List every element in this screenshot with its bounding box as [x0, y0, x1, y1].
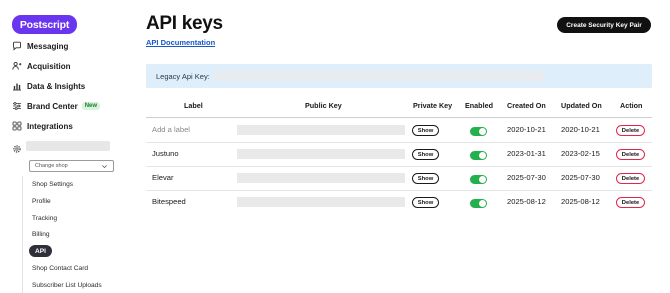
- change-shop-label: Change shop: [35, 163, 68, 169]
- nav-item-acquisition[interactable]: Acquisition: [12, 59, 71, 73]
- show-private-key-button[interactable]: Show: [412, 149, 439, 160]
- label-value: Justuno: [152, 149, 179, 158]
- show-private-key-button[interactable]: Show: [412, 197, 439, 208]
- new-badge: New: [81, 102, 101, 110]
- column-header-enabled: Enabled: [465, 101, 493, 110]
- table-header-divider: [146, 117, 652, 118]
- column-header-updated-on: Updated On: [561, 101, 602, 110]
- row-divider: [146, 166, 652, 167]
- delete-button[interactable]: Delete: [616, 173, 645, 184]
- nav-label: Data & Insights: [27, 81, 86, 91]
- column-header-label: Label: [184, 101, 203, 110]
- subnav-divider: [22, 176, 23, 293]
- sliders-icon: [12, 101, 22, 111]
- enabled-toggle[interactable]: [470, 151, 487, 160]
- shop-name-redacted: [26, 141, 110, 151]
- show-private-key-button[interactable]: Show: [412, 173, 439, 184]
- toggle-knob: [479, 152, 486, 159]
- nav-item-brand-center[interactable]: Brand Center New: [12, 99, 101, 113]
- nav-label: Acquisition: [27, 61, 71, 71]
- public-key-value: [237, 125, 405, 135]
- page-title: API keys: [146, 13, 223, 34]
- nav-label: Integrations: [27, 121, 73, 131]
- subnav-shop-settings[interactable]: Shop Settings: [32, 179, 73, 189]
- postscript-logo[interactable]: Postscript: [12, 15, 77, 34]
- row-divider: [146, 142, 652, 143]
- enabled-toggle[interactable]: [470, 175, 487, 184]
- subnav-shop-contact-card[interactable]: Shop Contact Card: [32, 263, 88, 273]
- show-private-key-button[interactable]: Show: [412, 125, 439, 136]
- create-security-key-pair-button[interactable]: Create Security Key Pair: [557, 17, 651, 33]
- enabled-toggle[interactable]: [470, 199, 487, 208]
- subnav-tracking[interactable]: Tracking: [32, 213, 57, 223]
- enabled-toggle[interactable]: [470, 127, 487, 136]
- public-key-value: [237, 197, 405, 207]
- change-shop-select[interactable]: Change shop: [29, 160, 114, 172]
- subnav-api[interactable]: API: [29, 245, 52, 257]
- api-documentation-link[interactable]: API Documentation: [146, 38, 215, 47]
- delete-button[interactable]: Delete: [616, 197, 645, 208]
- subnav-profile[interactable]: Profile: [32, 196, 51, 206]
- bar-chart-icon: [12, 81, 22, 91]
- public-key-value: [237, 149, 405, 159]
- chevron-down-icon: [102, 165, 107, 169]
- updated-on-value: 2020-10-21: [561, 125, 600, 134]
- toggle-knob: [479, 128, 486, 135]
- updated-on-value: 2025-07-30: [561, 173, 600, 182]
- nav-item-data-insights[interactable]: Data & Insights: [12, 79, 85, 93]
- column-header-private-key: Private Key: [413, 101, 453, 110]
- label-input[interactable]: Add a label: [152, 125, 190, 134]
- sidebar: Postscript Messaging Acquisition Data & …: [0, 0, 128, 293]
- column-header-action: Action: [620, 101, 643, 110]
- chat-bubble-icon: [12, 41, 22, 51]
- updated-on-value: 2025-08-12: [561, 197, 600, 206]
- column-header-public-key: Public Key: [305, 101, 342, 110]
- label-value: Bitespeed: [152, 197, 186, 206]
- users-icon: [12, 61, 22, 71]
- nav-item-settings[interactable]: [12, 140, 110, 153]
- nav-label: Brand Center: [27, 101, 78, 111]
- toggle-knob: [479, 176, 486, 183]
- updated-on-value: 2023-02-15: [561, 149, 600, 158]
- subnav-subscriber-list-uploads[interactable]: Subscriber List Uploads: [32, 280, 102, 290]
- label-value: Elevar: [152, 173, 174, 182]
- created-on-value: 2025-08-12: [507, 197, 546, 206]
- subnav-billing[interactable]: Billing: [32, 229, 50, 239]
- public-key-value: [237, 173, 405, 183]
- delete-button[interactable]: Delete: [616, 149, 645, 160]
- created-on-value: 2023-01-31: [507, 149, 546, 158]
- row-divider: [146, 190, 652, 191]
- grid-icon: [12, 121, 22, 131]
- nav-item-integrations[interactable]: Integrations: [12, 119, 73, 133]
- legacy-api-key-banner: Legacy Api Key:: [146, 64, 652, 88]
- column-header-created-on: Created On: [507, 101, 546, 110]
- created-on-value: 2025-07-30: [507, 173, 546, 182]
- nav-label: Messaging: [27, 41, 69, 51]
- created-on-value: 2020-10-21: [507, 125, 546, 134]
- legacy-api-key-label: Legacy Api Key:: [156, 71, 210, 81]
- nav-item-messaging[interactable]: Messaging: [12, 39, 68, 53]
- delete-button[interactable]: Delete: [616, 125, 645, 136]
- legacy-api-key-value[interactable]: [213, 71, 544, 81]
- toggle-knob: [479, 200, 486, 207]
- gear-icon: [12, 141, 22, 153]
